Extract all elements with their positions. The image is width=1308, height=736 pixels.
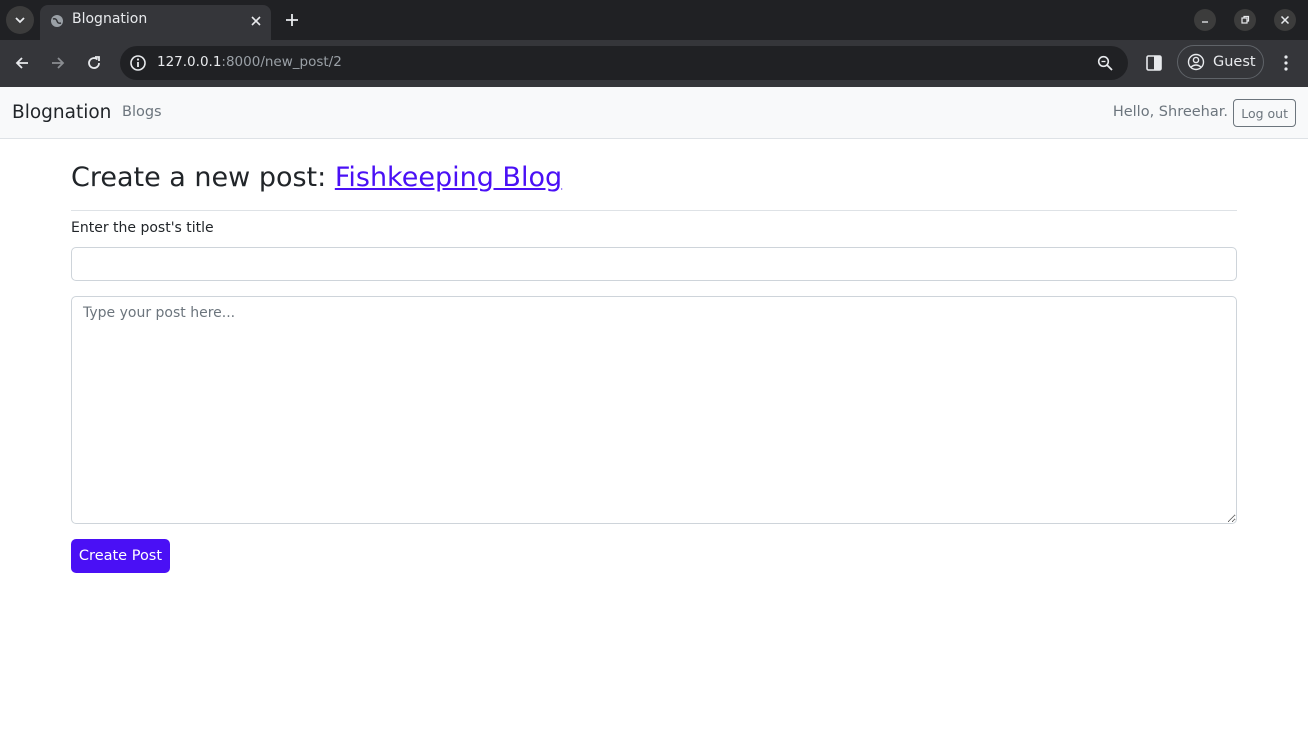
browser-menu-button[interactable] bbox=[1277, 52, 1295, 74]
reload-button[interactable] bbox=[81, 50, 107, 76]
close-window-button[interactable] bbox=[1274, 9, 1296, 31]
logout-button[interactable]: Log out bbox=[1233, 99, 1296, 127]
browser-tab[interactable]: Blognation bbox=[40, 5, 271, 40]
post-body-textarea[interactable] bbox=[71, 296, 1237, 524]
page-title: Create a new post: Fishkeeping Blog bbox=[71, 162, 563, 193]
reload-icon bbox=[88, 56, 100, 69]
tab-search-button[interactable] bbox=[6, 6, 34, 34]
chevron-down-icon bbox=[15, 17, 25, 24]
site-navbar: Blognation Blogs Hello, Shreehar. Log ou… bbox=[0, 87, 1308, 139]
tab-title: Blognation bbox=[72, 11, 148, 27]
info-icon[interactable] bbox=[129, 54, 147, 72]
arrow-right-icon bbox=[52, 57, 65, 69]
restore-icon bbox=[1241, 15, 1250, 24]
close-icon bbox=[1280, 15, 1290, 25]
kebab-menu-icon bbox=[1284, 55, 1288, 71]
account-circle-icon bbox=[1187, 53, 1205, 71]
zoom-icon[interactable] bbox=[1096, 54, 1114, 72]
back-button[interactable] bbox=[9, 50, 35, 76]
nav-link-blogs[interactable]: Blogs bbox=[122, 104, 162, 120]
forward-button[interactable] bbox=[45, 50, 71, 76]
address-bar[interactable]: 127.0.0.1:8000/new_post/2 bbox=[120, 46, 1128, 80]
profile-label: Guest bbox=[1213, 54, 1256, 70]
arrow-left-icon bbox=[15, 57, 28, 69]
user-greeting: Hello, Shreehar. bbox=[1112, 104, 1228, 120]
new-tab-button[interactable] bbox=[280, 8, 304, 32]
side-panel-icon[interactable] bbox=[1145, 54, 1163, 72]
profile-button[interactable]: Guest bbox=[1177, 45, 1264, 79]
title-label: Enter the post's title bbox=[71, 220, 214, 236]
close-icon[interactable] bbox=[248, 13, 264, 29]
brand-link[interactable]: Blognation bbox=[12, 102, 111, 123]
plus-icon bbox=[286, 14, 298, 26]
restore-button[interactable] bbox=[1234, 9, 1256, 31]
minimize-button[interactable] bbox=[1194, 9, 1216, 31]
browser-tab-strip: Blognation bbox=[0, 0, 1308, 40]
post-title-input[interactable] bbox=[71, 247, 1237, 281]
divider bbox=[71, 210, 1237, 211]
create-post-button[interactable]: Create Post bbox=[71, 539, 170, 573]
blog-link[interactable]: Fishkeeping Blog bbox=[335, 162, 562, 193]
browser-toolbar: 127.0.0.1:8000/new_post/2 Guest bbox=[0, 40, 1308, 87]
globe-icon bbox=[51, 15, 63, 27]
minimize-icon bbox=[1202, 21, 1208, 23]
url-text[interactable]: 127.0.0.1:8000/new_post/2 bbox=[157, 54, 342, 70]
